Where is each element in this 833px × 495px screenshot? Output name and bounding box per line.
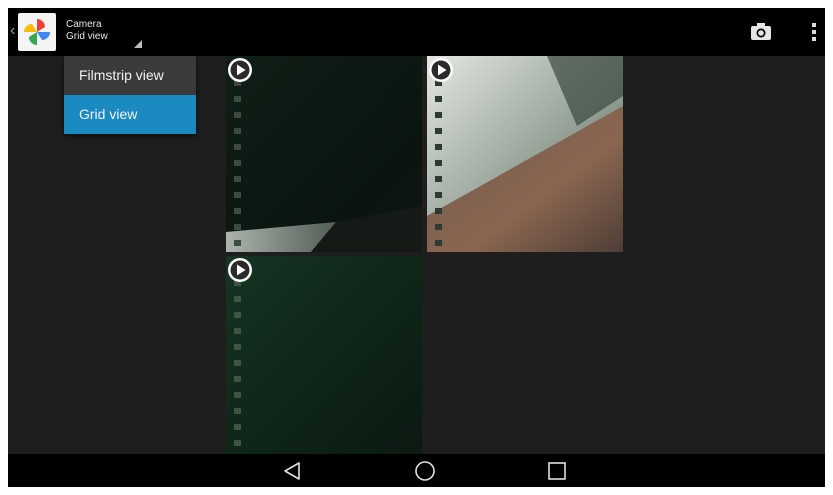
spinner-arrow-icon[interactable] — [134, 40, 142, 48]
play-icon — [228, 58, 252, 82]
action-bar: ‹ Camera Grid view — [8, 8, 825, 56]
nav-back-icon[interactable] — [280, 459, 304, 483]
grid-item-video-3[interactable] — [226, 256, 422, 454]
app-title: Camera — [66, 19, 102, 30]
camera-icon[interactable] — [749, 22, 773, 42]
view-mode-menu: Filmstrip view Grid view — [64, 56, 196, 134]
menu-item-filmstrip-view[interactable]: Filmstrip view — [64, 56, 196, 95]
photos-pinwheel-icon[interactable] — [18, 13, 56, 51]
menu-item-grid-view[interactable]: Grid view — [64, 95, 196, 134]
chevron-left-icon[interactable]: ‹ — [10, 22, 15, 40]
grid-item-video-2[interactable] — [427, 56, 623, 252]
nav-home-icon[interactable] — [413, 459, 437, 483]
screen: ‹ Camera Grid view Filmstrip view Grid v… — [8, 8, 825, 487]
grid-item-video-1[interactable] — [226, 56, 422, 252]
play-icon — [429, 58, 453, 82]
view-mode-spinner[interactable]: Grid view — [66, 31, 108, 42]
nav-recents-icon[interactable] — [545, 459, 569, 483]
navigation-bar — [8, 454, 825, 487]
play-icon — [228, 258, 252, 282]
overflow-menu-icon[interactable] — [806, 20, 822, 44]
